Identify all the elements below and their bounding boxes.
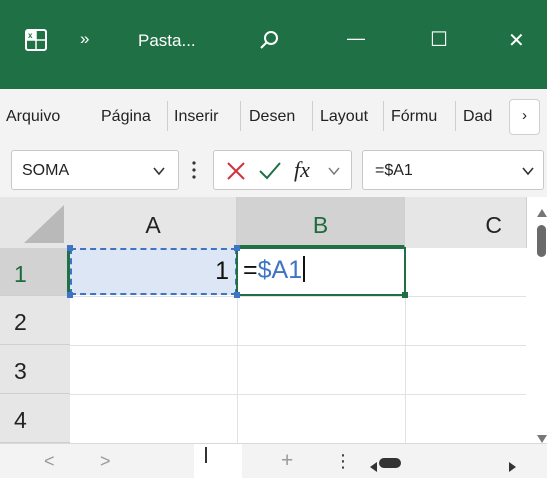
scroll-up-icon[interactable]: [536, 205, 547, 223]
horizontal-scroll-thumb[interactable]: [379, 458, 401, 468]
insert-function-button[interactable]: fx: [294, 157, 310, 183]
vertical-scrollbar[interactable]: [527, 197, 547, 443]
minimize-button[interactable]: —: [347, 28, 365, 49]
expand-formula-bar-icon[interactable]: [521, 164, 535, 183]
excel-icon[interactable]: x: [24, 28, 48, 57]
chevron-down-icon[interactable]: [152, 164, 166, 183]
cell-a1-value: 1: [215, 257, 229, 285]
close-button[interactable]: ✕: [508, 28, 525, 53]
sheet-tab[interactable]: [194, 444, 242, 478]
range-handle[interactable]: [234, 245, 240, 251]
formula-bar-grip-icon: [191, 159, 197, 186]
check-icon[interactable]: [258, 160, 282, 187]
tab-divider: [240, 101, 241, 131]
select-all-corner[interactable]: [0, 197, 70, 248]
gridline: [70, 394, 526, 395]
workbook-title[interactable]: Pasta...: [138, 31, 196, 51]
cell-b1-formula: =$A1: [243, 256, 306, 285]
svg-text:x: x: [28, 31, 33, 40]
formula-text: =$A1: [375, 162, 413, 179]
gridline: [70, 296, 526, 297]
chevron-down-icon[interactable]: [327, 164, 341, 183]
tab-divider: [455, 101, 456, 131]
range-handle[interactable]: [67, 292, 73, 298]
sheet-tab-marker: [205, 447, 207, 463]
title-bar: x » Pasta... — ☐ ✕: [0, 0, 547, 89]
tab-formulas[interactable]: Fórmu: [391, 108, 451, 126]
cancel-x-icon[interactable]: [225, 160, 247, 187]
more-sheets-button[interactable]: ⋮: [334, 451, 352, 472]
column-header-c[interactable]: C: [405, 197, 527, 248]
row-number: 3: [14, 358, 27, 384]
maximize-button[interactable]: ☐: [430, 27, 448, 52]
sheet-tab-bar: < > + ⋮: [0, 443, 547, 478]
tab-dados[interactable]: Dad: [463, 108, 498, 126]
worksheet-grid: A B C 1 2 3 4 1 =$A1: [0, 197, 547, 443]
name-box[interactable]: SOMA: [11, 150, 179, 190]
row-header-2[interactable]: 2: [0, 296, 70, 345]
row-header-3[interactable]: 3: [0, 345, 70, 394]
name-box-value: SOMA: [22, 162, 70, 179]
horizontal-scroll-right-icon[interactable]: [509, 459, 517, 477]
ribbon-scroll-right-button[interactable]: ›: [509, 99, 540, 135]
ribbon-tabs: Arquivo Página Inserir Desen Layout Fórm…: [0, 89, 547, 144]
tab-inserir[interactable]: Inserir: [174, 108, 236, 126]
tab-divider: [167, 101, 168, 131]
formula-controls: fx: [213, 150, 352, 190]
row-number: 1: [14, 261, 27, 287]
tab-divider: [312, 101, 313, 131]
tab-pagina[interactable]: Página: [101, 108, 162, 126]
tab-arquivo[interactable]: Arquivo: [6, 108, 92, 126]
sheet-prev-button[interactable]: <: [44, 451, 55, 472]
sheet-next-button[interactable]: >: [100, 451, 111, 472]
cell-b1-editing[interactable]: =$A1: [236, 247, 406, 296]
column-header-b[interactable]: B: [237, 197, 405, 248]
column-header-a[interactable]: A: [70, 197, 237, 248]
add-sheet-button[interactable]: +: [281, 449, 293, 473]
scroll-thumb[interactable]: [537, 225, 546, 257]
cell-a1[interactable]: 1: [70, 248, 237, 295]
row-header-4[interactable]: 4: [0, 394, 70, 443]
more-commands-button[interactable]: »: [80, 29, 89, 49]
tab-layout[interactable]: Layout: [320, 108, 380, 126]
range-handle[interactable]: [234, 292, 240, 298]
horizontal-scroll-left-icon[interactable]: [370, 459, 378, 477]
formula-equals: =: [243, 256, 258, 284]
tab-divider: [383, 101, 384, 131]
fill-handle[interactable]: [402, 292, 408, 298]
search-icon[interactable]: [258, 28, 282, 57]
row-number: 2: [14, 309, 27, 335]
formula-input[interactable]: =$A1: [362, 150, 544, 190]
text-cursor: [303, 256, 306, 282]
tab-desenhar[interactable]: Desen: [249, 108, 309, 126]
formula-reference: $A1: [257, 256, 303, 284]
row-number: 4: [14, 407, 27, 433]
gridline: [70, 345, 526, 346]
row-header-1[interactable]: 1: [0, 248, 70, 296]
range-handle[interactable]: [67, 245, 73, 251]
